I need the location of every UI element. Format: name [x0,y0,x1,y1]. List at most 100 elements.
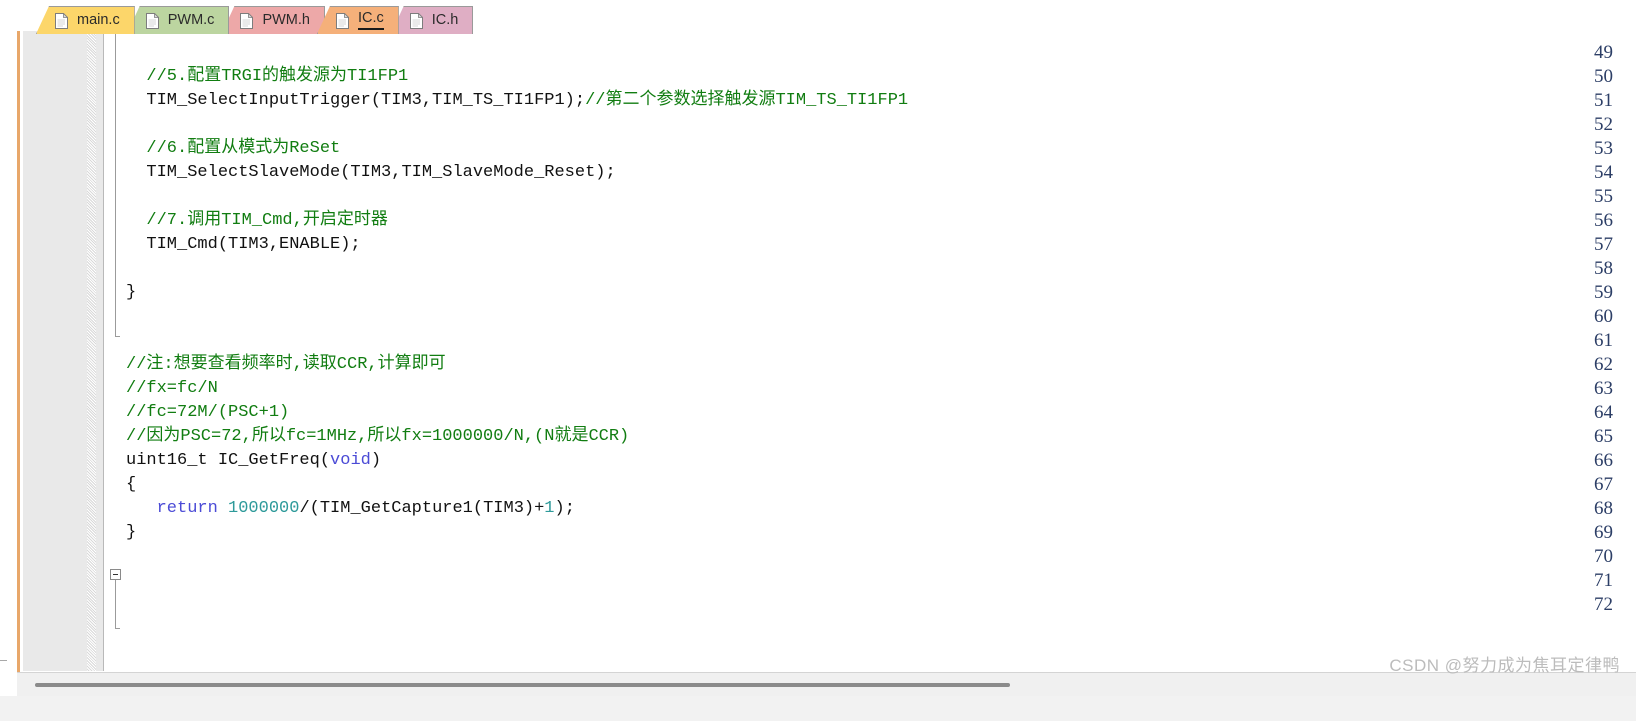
code-token: ) [370,451,382,470]
editor-body: 49 50 //5.配置TRGI的触发源为TI1FP1 51 TIM_SelectI… [23,31,1636,671]
code-line: 66 uint16_t IC_GetFreq(void) [23,449,1636,473]
code-token: uint16_t IC_GetFreq( [126,451,331,470]
line-number: 62 [1594,354,1613,375]
line-number: 50 [1594,66,1613,87]
left-edge-tick [0,660,7,661]
file-icon [145,12,159,29]
line-number: 70 [1594,546,1613,567]
code-line-text: //5.配置TRGI的触发源为TI1FP1 [126,65,408,89]
code-line: 55 [23,185,1636,209]
editor-tab-ic-c[interactable]: IC.c [316,6,399,34]
editor-tab-main-c[interactable]: main.c [36,6,135,34]
line-number: 61 [1594,330,1613,351]
code-token: //第二个参数选择触发源TIM_TS_TI1FP1 [585,91,909,110]
code-line-text: return 1000000/(TIM_GetCapture1(TIM3)+1)… [126,497,575,521]
editor-tab-pwm-h[interactable]: PWM.h [221,6,325,34]
code-token: } [126,523,137,542]
editor-tab-ic-h[interactable]: IC.h [390,6,474,34]
code-line: 60 [23,305,1636,329]
line-number: 60 [1594,306,1613,327]
line-number: 67 [1594,474,1613,495]
fold-guide-lower-end [115,628,120,629]
file-icon [240,12,254,29]
line-number: 58 [1594,258,1613,279]
code-line-text: TIM_SelectInputTrigger(TIM3,TIM_TS_TI1FP… [126,89,908,113]
code-line-text: TIM_SelectSlaveMode(TIM3,TIM_SlaveMode_R… [126,161,616,185]
code-line: 57 TIM_Cmd(TIM3,ENABLE); [23,233,1636,257]
line-number: 66 [1594,450,1613,471]
code-token: TIM_SelectInputTrigger(TIM3,TIM_TS_TI1FP… [126,91,586,110]
line-number: 59 [1594,282,1613,303]
code-line: 49 [23,41,1636,65]
code-line: 68 return 1000000/(TIM_GetCapture1(TIM3)… [23,497,1636,521]
code-line: 67 { [23,473,1636,497]
line-number: 57 [1594,234,1613,255]
code-token: //7.调用TIM_Cmd,开启定时器 [126,211,388,230]
code-line-text: //注:想要查看频率时,读取CCR,计算即可 [126,353,446,377]
line-number: 71 [1594,570,1613,591]
horizontal-scrollbar-thumb[interactable] [35,683,1010,687]
code-line: 54 TIM_SelectSlaveMode(TIM3,TIM_SlaveMod… [23,161,1636,185]
code-line: 64 //fc=72M/(PSC+1) [23,401,1636,425]
code-token: { [126,475,137,494]
file-icon [55,12,68,29]
line-number: 49 [1594,42,1613,63]
code-line: 58 [23,257,1636,281]
code-line-text: uint16_t IC_GetFreq(void) [126,449,381,473]
code-line: 70 [23,545,1636,569]
line-number: 54 [1594,162,1613,183]
code-line-text: //因为PSC=72,所以fc=1MHz,所以fx=1000000/N,(N就是… [126,425,629,449]
code-line-text: TIM_Cmd(TIM3,ENABLE); [126,233,361,257]
code-token: TIM_SelectSlaveMode(TIM3,TIM_SlaveMode_R… [126,163,616,182]
tab-strip: main.c PWM.c PWM.h IC.c IC.h [36,3,474,34]
line-number: 52 [1594,114,1613,135]
code-line-text: } [126,521,136,545]
code-line: 63 //fx=fc/N [23,377,1636,401]
file-icon [335,12,349,29]
line-number: 51 [1594,90,1613,111]
code-line: 52 [23,113,1636,137]
code-line-text: //fc=72M/(PSC+1) [126,401,289,425]
code-line: 53 //6.配置从模式为ReSet [23,137,1636,161]
code-token: ); [554,499,575,518]
line-number: 56 [1594,210,1613,231]
line-number: 68 [1594,498,1613,519]
line-number: 72 [1594,594,1613,615]
code-line-text: //fx=fc/N [126,377,218,401]
code-line-text: { [126,473,136,497]
code-line-text: } [126,281,136,305]
code-line: 50 //5.配置TRGI的触发源为TI1FP1 [23,65,1636,89]
editor-tab-pwm-c[interactable]: PWM.c [126,6,230,34]
file-icon [409,12,423,29]
bottom-strip [0,696,1636,721]
code-line: 62 //注:想要查看频率时,读取CCR,计算即可 [23,353,1636,377]
code-line-text: //6.配置从模式为ReSet [126,137,340,161]
code-line: 71 [23,569,1636,593]
code-token: } [126,283,137,302]
editor-frame: 49 50 //5.配置TRGI的触发源为TI1FP1 51 TIM_SelectI… [17,31,1636,671]
editor-tab-bar: main.c PWM.c PWM.h IC.c IC.h [0,0,1636,34]
editor-tab-label: IC.c [357,11,384,30]
editor-window: main.c PWM.c PWM.h IC.c IC.h 49 50 //5.配… [0,0,1636,721]
editor-tab-label: PWM.h [262,12,310,29]
editor-tab-label: PWM.c [167,12,215,29]
code-token: TIM_Cmd(TIM3,ENABLE); [126,235,361,254]
line-number: 69 [1594,522,1613,543]
code-token: //6.配置从模式为ReSet [126,139,341,158]
line-number: 65 [1594,426,1613,447]
code-token: //fc=72M/(PSC+1) [126,403,290,422]
code-line: 72 [23,593,1636,617]
code-token: 1000000 [228,499,300,518]
code-token: //fx=fc/N [126,379,218,398]
code-lines: 49 50 //5.配置TRGI的触发源为TI1FP1 51 TIM_SelectI… [23,41,1636,617]
code-line: 59} [23,281,1636,305]
code-line: 61 [23,329,1636,353]
code-token: //5.配置TRGI的触发源为TI1FP1 [126,67,409,86]
code-token: 1 [544,499,555,518]
line-number: 55 [1594,186,1613,207]
code-token: /(TIM_GetCapture1(TIM3)+ [299,499,545,518]
code-line: 51 TIM_SelectInputTrigger(TIM3,TIM_TS_TI… [23,89,1636,113]
csdn-watermark: CSDN @努力成为焦耳定律鸭 [1389,656,1620,675]
line-number: 53 [1594,138,1613,159]
